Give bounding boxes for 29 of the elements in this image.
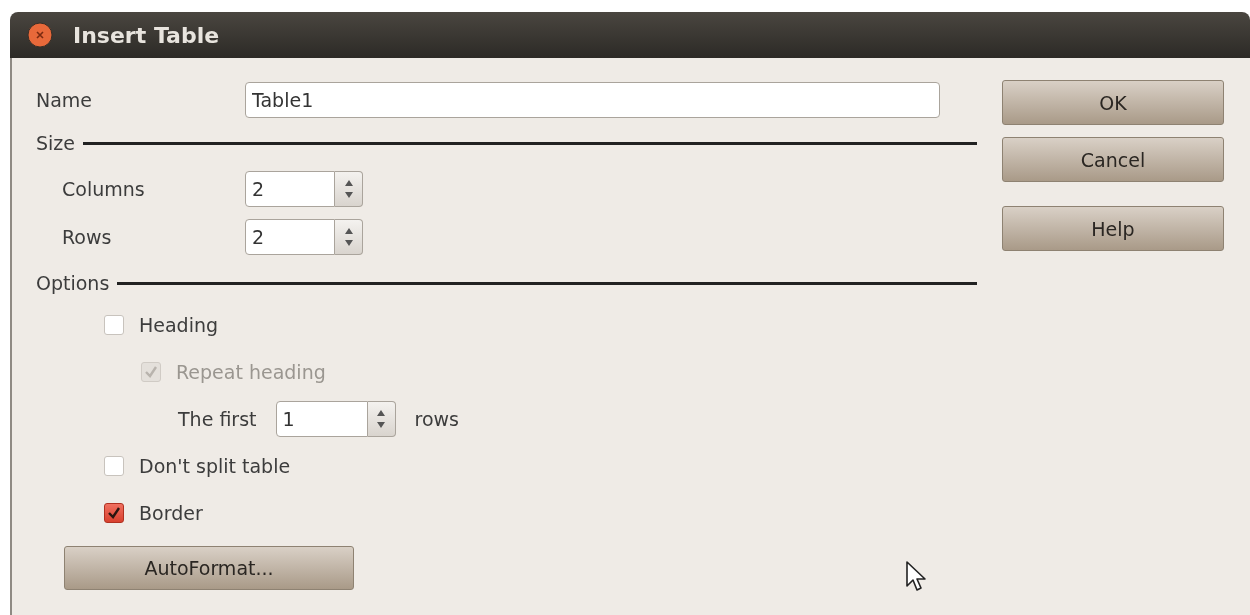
- section-title: Options: [36, 272, 110, 294]
- checkbox[interactable]: [104, 502, 124, 523]
- name-label: Name: [36, 89, 94, 111]
- up-down-arrows-icon: [343, 178, 354, 200]
- unit-label: rows: [414, 407, 459, 430]
- checkbox-label: Heading: [139, 313, 219, 336]
- checkbox[interactable]: [104, 455, 124, 476]
- close-icon[interactable]: [27, 22, 53, 48]
- spin-button[interactable]: [335, 171, 363, 207]
- field-label: The first: [178, 407, 257, 430]
- dialog-button[interactable]: OK: [1002, 80, 1224, 125]
- field-label: Columns: [61, 178, 146, 200]
- section-title: Size: [36, 132, 75, 154]
- spin-button[interactable]: [335, 219, 363, 255]
- pointer-icon: [905, 560, 927, 592]
- checkbox-label: Repeat heading: [176, 360, 326, 383]
- number-field[interactable]: 2: [245, 171, 335, 207]
- dialog-button[interactable]: Help: [1002, 206, 1224, 251]
- field-label: Rows: [61, 226, 113, 248]
- checkbox[interactable]: [104, 314, 124, 335]
- dialog-button[interactable]: Cancel: [1002, 137, 1224, 182]
- name-field[interactable]: Table1: [245, 82, 940, 118]
- number-field[interactable]: 2: [245, 219, 335, 255]
- autoformat-button[interactable]: AutoFormat...: [64, 546, 354, 590]
- window-title: Insert Table: [73, 22, 220, 48]
- checkbox-label: Border: [139, 501, 203, 524]
- checkbox-label: Don't split table: [139, 454, 291, 477]
- spin-button[interactable]: [367, 400, 396, 437]
- up-down-arrows-icon: [343, 226, 354, 248]
